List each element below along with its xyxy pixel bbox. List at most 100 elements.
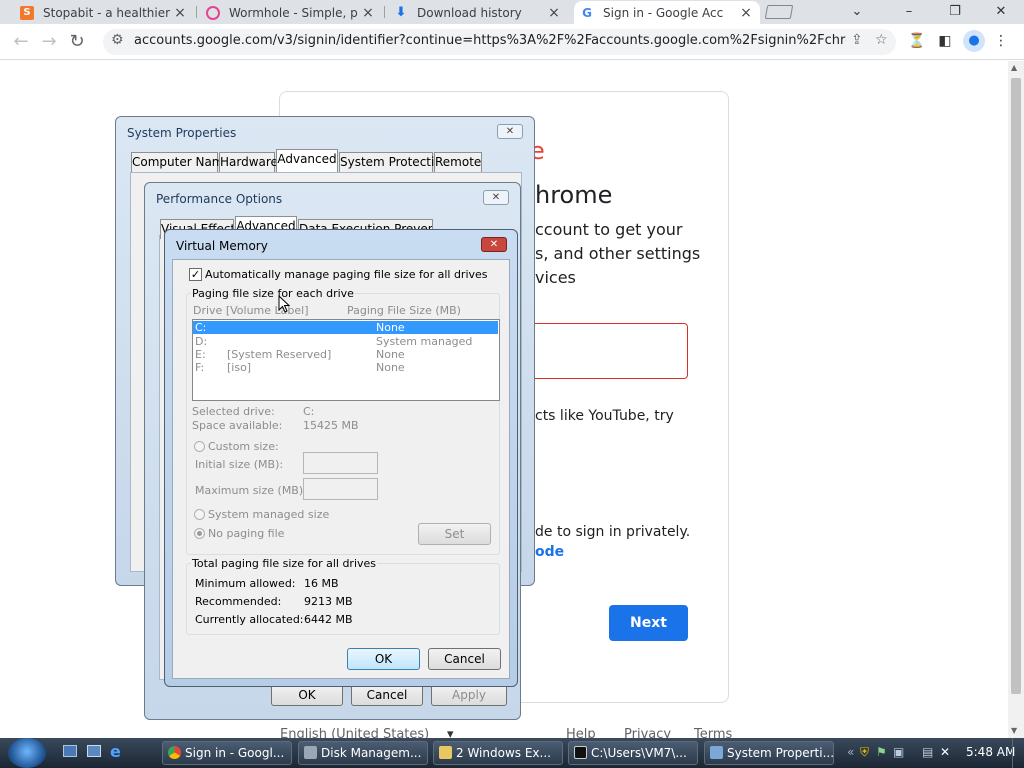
- taskbar-item-system-properties[interactable]: System Properti...: [704, 741, 834, 765]
- tab-hardware[interactable]: Hardware: [219, 152, 278, 172]
- taskbar-item-label: C:\Users\VM7\...: [591, 746, 687, 760]
- profile-avatar[interactable]: ●: [963, 30, 985, 52]
- scrollbar-thumb[interactable]: [1011, 78, 1021, 694]
- side-panel-icon[interactable]: ◧: [935, 33, 955, 49]
- ok-button[interactable]: OK: [271, 684, 343, 706]
- dialog-title: Performance Options: [156, 192, 283, 206]
- tab-wormhole[interactable]: Wormhole - Simple, p ×: [200, 1, 382, 24]
- clock[interactable]: 5:48 AM: [966, 745, 1015, 759]
- tab-label: Stopabit - a healthier: [43, 5, 171, 20]
- space-available-value: 15425 MB: [303, 419, 359, 432]
- signin-description-line-3: vices: [535, 268, 576, 287]
- tab-separator: [384, 6, 385, 18]
- volume-muted-icon[interactable]: ✕: [940, 745, 950, 759]
- switch-windows-icon[interactable]: [87, 745, 101, 757]
- paging-group-title: Paging file size for each drive: [191, 287, 355, 300]
- signin-heading: hrome: [535, 181, 613, 209]
- show-desktop-button[interactable]: [1012, 738, 1024, 768]
- extension-icon[interactable]: ⏳: [907, 33, 927, 49]
- scroll-down-icon[interactable]: ▼: [1011, 726, 1017, 735]
- maximum-size-label: Maximum size (MB):: [195, 484, 307, 497]
- taskbar-item-disk-management[interactable]: Disk Managem...: [298, 741, 428, 765]
- tab-system-protection[interactable]: System Protection: [339, 152, 449, 172]
- recommended-label: Recommended:: [195, 595, 282, 608]
- next-button[interactable]: Next: [609, 605, 688, 641]
- bookmark-star-icon[interactable]: ☆: [875, 32, 888, 48]
- tab-separator: [196, 6, 197, 18]
- close-icon[interactable]: ✕: [483, 190, 509, 205]
- minimize-button[interactable]: –: [894, 2, 924, 22]
- reload-icon[interactable]: ↻: [64, 29, 90, 55]
- tab-advanced[interactable]: Advanced: [276, 149, 338, 172]
- tab-computer-name[interactable]: Computer Name: [131, 152, 231, 172]
- dialog-title: Virtual Memory: [176, 239, 268, 253]
- drive-size: None: [376, 348, 405, 361]
- tab-search-icon[interactable]: ⌄: [842, 2, 872, 22]
- drive-size: None: [376, 361, 405, 374]
- start-button[interactable]: [8, 738, 46, 768]
- maximum-size-input[interactable]: [303, 478, 378, 500]
- internet-explorer-icon[interactable]: e: [110, 742, 121, 761]
- tab-label: Sign in - Google Acc: [603, 5, 724, 20]
- apply-button[interactable]: Apply: [431, 684, 507, 706]
- chrome-icon: [168, 746, 181, 759]
- tab-label: Wormhole - Simple, p: [229, 5, 358, 20]
- taskbar-item-console[interactable]: C:\Users\VM7\...: [568, 741, 698, 765]
- security-shield-icon[interactable]: ⛨: [860, 745, 869, 760]
- new-tab-button[interactable]: [764, 5, 794, 19]
- selected-drive-value: C:: [303, 405, 315, 418]
- custom-size-label: Custom size:: [208, 440, 279, 453]
- close-window-button[interactable]: ✕: [986, 2, 1016, 22]
- system-managed-radio[interactable]: [194, 509, 205, 520]
- restore-button[interactable]: ❐: [940, 2, 970, 22]
- close-icon[interactable]: ×: [738, 5, 754, 21]
- taskbar-item-chrome[interactable]: Sign in - Googl...: [162, 741, 292, 765]
- set-button[interactable]: Set: [418, 523, 491, 545]
- back-icon[interactable]: ←: [8, 29, 34, 55]
- products-hint: cts like YouTube, try: [535, 408, 674, 424]
- tab-google-signin[interactable]: G Sign in - Google Acc ×: [574, 1, 760, 24]
- scroll-up-icon[interactable]: ▲: [1011, 63, 1017, 72]
- selected-drive-row[interactable]: [193, 321, 498, 334]
- url-text[interactable]: accounts.google.com/v3/signin/identifier…: [134, 33, 846, 48]
- custom-size-radio[interactable]: [194, 441, 205, 452]
- taskbar-item-label: Sign in - Googl...: [185, 746, 285, 760]
- close-icon[interactable]: ×: [172, 5, 188, 21]
- no-paging-radio[interactable]: [194, 528, 205, 539]
- cancel-button[interactable]: Cancel: [428, 648, 501, 670]
- drive-label: [iso]: [227, 361, 252, 374]
- ok-button[interactable]: OK: [347, 648, 420, 670]
- close-icon[interactable]: ×: [546, 5, 562, 21]
- network-tray-icon[interactable]: ▣: [893, 745, 904, 759]
- guest-mode-link[interactable]: ode: [535, 544, 564, 560]
- initial-size-input[interactable]: [303, 452, 378, 474]
- tab-download-history[interactable]: ⬇ Download history ×: [388, 1, 568, 24]
- share-icon[interactable]: ⇪: [851, 32, 863, 48]
- close-icon[interactable]: ✕: [481, 237, 507, 252]
- tab-stopabit[interactable]: S Stopabit - a healthier ×: [14, 1, 194, 24]
- site-info-icon[interactable]: ⚙: [111, 32, 124, 48]
- cancel-button[interactable]: Cancel: [351, 684, 423, 706]
- taskbar-item-label: 2 Windows Ex...: [456, 746, 551, 760]
- drive-letter: F:: [195, 361, 205, 374]
- close-icon[interactable]: ×: [360, 5, 376, 21]
- show-desktop-icon[interactable]: [63, 745, 77, 757]
- auto-manage-checkbox[interactable]: ✓: [189, 268, 202, 281]
- display-tray-icon[interactable]: ▤: [922, 745, 933, 759]
- forward-icon[interactable]: →: [36, 29, 62, 55]
- stopabit-icon: S: [20, 5, 34, 20]
- tray-expand-icon[interactable]: «: [847, 745, 854, 759]
- email-field[interactable]: [534, 323, 688, 379]
- tab-remote[interactable]: Remote: [434, 152, 482, 172]
- menu-kebab-icon[interactable]: ⋮: [991, 33, 1011, 49]
- system-properties-icon: [710, 746, 723, 759]
- drive-letter: D:: [195, 335, 208, 348]
- initial-size-label: Initial size (MB):: [195, 458, 284, 471]
- recommended-value: 9213 MB: [304, 595, 353, 608]
- download-icon: ⬇: [395, 5, 407, 20]
- minimum-allowed-label: Minimum allowed:: [195, 577, 296, 590]
- close-icon[interactable]: ✕: [497, 124, 523, 139]
- drive-letter: C:: [195, 321, 207, 334]
- taskbar-item-windows-explorer[interactable]: 2 Windows Ex...: [433, 741, 563, 765]
- usb-device-icon[interactable]: ⚑: [876, 745, 887, 759]
